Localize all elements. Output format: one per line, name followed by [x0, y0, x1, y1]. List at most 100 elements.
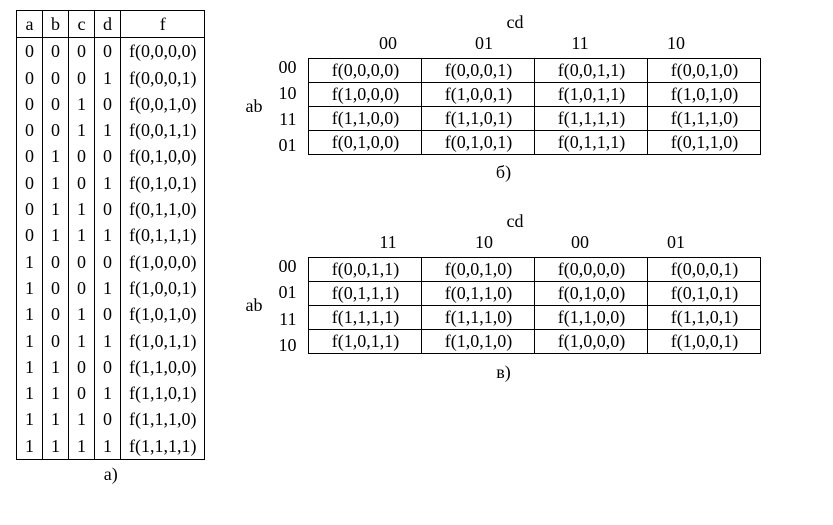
truth-table-cell: f(1,1,0,1)	[121, 380, 205, 406]
truth-table-header: d	[95, 11, 121, 38]
truth-table-cell: 0	[69, 275, 95, 301]
truth-table-cell: 0	[95, 196, 121, 222]
truth-table-row: 1100f(1,1,0,0)	[17, 354, 205, 380]
kmap-cell: f(1,0,0,0)	[309, 82, 422, 106]
kmap-cell: f(0,1,0,0)	[309, 130, 422, 154]
truth-table-caption: а)	[16, 464, 205, 485]
truth-table-cell: 0	[95, 354, 121, 380]
row-label: 11	[268, 306, 302, 332]
row-var-label: ab	[245, 96, 262, 117]
truth-table-cell: f(1,1,1,1)	[121, 433, 205, 460]
truth-table-cell: 1	[69, 433, 95, 460]
truth-table-header-row: a b c d f	[17, 11, 205, 38]
truth-table-cell: f(1,0,0,0)	[121, 249, 205, 275]
kmap-cell: f(0,0,0,0)	[309, 58, 422, 82]
truth-table-cell: 0	[17, 196, 43, 222]
kmap-cell: f(0,0,1,0)	[648, 58, 761, 82]
kmap-cell: f(1,1,0,0)	[309, 106, 422, 130]
kmap-v-grid: f(0,0,1,1)f(0,0,1,0)f(0,0,0,0)f(0,0,0,1)…	[308, 257, 761, 354]
truth-table-cell: 1	[43, 196, 69, 222]
truth-table-cell: 0	[43, 91, 69, 117]
truth-table-row: 1101f(1,1,0,1)	[17, 380, 205, 406]
kmap-column: cd 00 01 11 10 ab 00 10 11 01	[245, 10, 761, 383]
kmap-cell: f(1,1,1,1)	[309, 306, 422, 330]
row-label: 00	[268, 253, 302, 279]
truth-table-cell: 1	[17, 249, 43, 275]
kmap-cell: f(1,1,0,0)	[535, 306, 648, 330]
kmap-cell: f(0,0,0,0)	[535, 258, 648, 282]
truth-table-cell: 0	[43, 328, 69, 354]
truth-table-cell: f(0,0,1,0)	[121, 91, 205, 117]
truth-table-cell: f(1,1,1,0)	[121, 406, 205, 432]
truth-table-cell: 1	[43, 380, 69, 406]
truth-table-cell: 0	[43, 275, 69, 301]
kmap-cell: f(0,1,1,0)	[648, 130, 761, 154]
truth-table-row: 0010f(0,0,1,0)	[17, 91, 205, 117]
row-label: 00	[268, 54, 302, 80]
kmap-cell: f(0,0,1,1)	[309, 258, 422, 282]
kmap-row: f(0,1,0,0)f(0,1,0,1)f(0,1,1,1)f(0,1,1,0)	[309, 130, 761, 154]
truth-table-row: 1010f(1,0,1,0)	[17, 301, 205, 327]
truth-table-cell: 0	[95, 249, 121, 275]
kmap-cell: f(0,0,1,0)	[422, 258, 535, 282]
truth-table-cell: 1	[17, 433, 43, 460]
kmap-cell: f(0,1,1,1)	[309, 282, 422, 306]
kmap-cell: f(0,1,1,0)	[422, 282, 535, 306]
truth-table-cell: 1	[95, 117, 121, 143]
kmap-v: cd 11 10 00 01 ab 00 01 11 10	[245, 211, 761, 382]
truth-table: a b c d f 0000f(0,0,0,0)0001f(0,0,0,1)00…	[16, 10, 205, 460]
kmap-v-row-labels: 00 01 11 10	[268, 253, 302, 357]
kmap-cell: f(1,1,0,1)	[422, 106, 535, 130]
truth-table-cell: f(0,1,0,1)	[121, 170, 205, 196]
truth-table-cell: 0	[69, 380, 95, 406]
truth-table-header: f	[121, 11, 205, 38]
truth-table-cell: f(0,0,1,1)	[121, 117, 205, 143]
truth-table-cell: 1	[95, 65, 121, 91]
truth-table-cell: 1	[95, 328, 121, 354]
truth-table-cell: 0	[95, 91, 121, 117]
truth-table-cell: 0	[17, 222, 43, 248]
truth-table-cell: 1	[69, 328, 95, 354]
truth-table-cell: 0	[43, 38, 69, 65]
truth-table-cell: 1	[69, 406, 95, 432]
truth-table-header: c	[69, 11, 95, 38]
truth-table-cell: 1	[17, 380, 43, 406]
truth-table-cell: 1	[43, 354, 69, 380]
truth-table-cell: 1	[43, 143, 69, 169]
row-var-label: ab	[245, 295, 262, 316]
truth-table-cell: 1	[69, 91, 95, 117]
truth-table-cell: 0	[69, 354, 95, 380]
kmap-row: f(1,0,1,1)f(1,0,1,0)f(1,0,0,0)f(1,0,0,1)	[309, 330, 761, 354]
row-label: 01	[268, 279, 302, 305]
kmap-cell: f(1,0,1,0)	[648, 82, 761, 106]
truth-table-cell: 0	[43, 249, 69, 275]
truth-table-cell: 0	[17, 38, 43, 65]
kmap-cell: f(1,0,1,1)	[535, 82, 648, 106]
col-label: 10	[436, 232, 532, 253]
truth-table-cell: 0	[17, 117, 43, 143]
truth-table-cell: f(1,1,0,0)	[121, 354, 205, 380]
truth-table-cell: 1	[95, 222, 121, 248]
truth-table-row: 1111f(1,1,1,1)	[17, 433, 205, 460]
kmap-cell: f(0,0,0,1)	[648, 258, 761, 282]
kmap-cell: f(1,0,0,1)	[648, 330, 761, 354]
col-label: 01	[436, 33, 532, 54]
truth-table-cell: f(1,0,1,0)	[121, 301, 205, 327]
truth-table-cell: 0	[95, 38, 121, 65]
page: a b c d f 0000f(0,0,0,0)0001f(0,0,0,1)00…	[16, 10, 817, 485]
truth-table-cell: 0	[17, 143, 43, 169]
kmap-b-row-labels: 00 10 11 01	[268, 54, 302, 158]
truth-table-cell: 1	[69, 117, 95, 143]
truth-table-cell: 0	[69, 170, 95, 196]
kmap-row: f(1,0,0,0)f(1,0,0,1)f(1,0,1,1)f(1,0,1,0)	[309, 82, 761, 106]
row-label: 10	[268, 80, 302, 106]
truth-table-row: 0000f(0,0,0,0)	[17, 38, 205, 65]
truth-table-cell: 0	[17, 170, 43, 196]
kmap-b: cd 00 01 11 10 ab 00 10 11 01	[245, 12, 761, 183]
truth-table-cell: 1	[17, 328, 43, 354]
kmap-row: f(1,1,0,0)f(1,1,0,1)f(1,1,1,1)f(1,1,1,0)	[309, 106, 761, 130]
truth-table-cell: 1	[43, 222, 69, 248]
kmap-row: f(1,1,1,1)f(1,1,1,0)f(1,1,0,0)f(1,1,0,1)	[309, 306, 761, 330]
truth-table-cell: 1	[95, 275, 121, 301]
col-label: 00	[532, 232, 628, 253]
